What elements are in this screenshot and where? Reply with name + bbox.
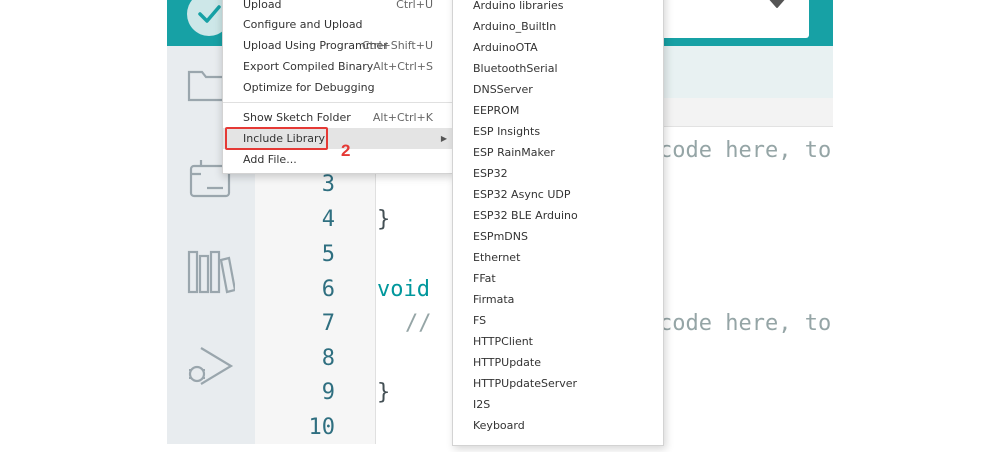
menu-item-configure-and-upload[interactable]: Configure and Upload	[223, 14, 453, 35]
library-item[interactable]: ArduinoOTA	[473, 37, 538, 58]
library-item[interactable]: ESP32	[473, 163, 508, 184]
include-library-submenu: Arduino libraries Arduino_BuiltIn Arduin…	[452, 0, 664, 446]
menu-item-export-compiled-binary[interactable]: Export Compiled Binary Alt+Ctrl+S	[223, 56, 453, 77]
library-item[interactable]: ESPmDNS	[473, 226, 528, 247]
line-number: 4	[321, 207, 335, 232]
code-brace: }	[377, 380, 391, 405]
library-item[interactable]: Arduino_BuiltIn	[473, 16, 556, 37]
library-item[interactable]: HTTPUpdateServer	[473, 373, 577, 394]
board-selector[interactable]	[654, 0, 809, 38]
library-item[interactable]: BluetoothSerial	[473, 58, 558, 79]
annotation-highlight-box	[225, 127, 328, 150]
menu-item-add-file[interactable]: Add File...	[223, 149, 453, 170]
library-item[interactable]: Firmata	[473, 289, 514, 310]
annotation-step-number: 2	[341, 141, 351, 160]
code-brace: }	[377, 207, 391, 232]
folder-icon[interactable]	[187, 64, 227, 104]
submenu-arrow-icon: ▶	[440, 134, 447, 143]
menu-item-upload[interactable]: Upload Ctrl+U	[223, 0, 453, 15]
line-number: 9	[321, 380, 335, 405]
menu-item-show-sketch-folder[interactable]: Show Sketch Folder Alt+Ctrl+K	[223, 107, 453, 128]
library-icon[interactable]	[187, 246, 235, 296]
library-item[interactable]: ESP32 BLE Arduino	[473, 205, 578, 226]
line-number: 7	[321, 311, 335, 336]
menu-item-upload-using-programmer[interactable]: Upload Using Programmer Ctrl+Shift+U	[223, 35, 453, 56]
library-item[interactable]: FFat	[473, 268, 496, 289]
menu-separator	[223, 102, 453, 103]
library-item[interactable]: HTTPUpdate	[473, 352, 541, 373]
library-item[interactable]: ESP32 Async UDP	[473, 184, 571, 205]
library-item[interactable]: FS	[473, 310, 486, 331]
code-comment: code here, to	[659, 311, 832, 336]
library-item[interactable]: Arduino libraries	[473, 0, 564, 16]
library-item[interactable]: DNSServer	[473, 79, 533, 100]
menu-item-optimize-for-debugging[interactable]: Optimize for Debugging	[223, 77, 453, 98]
line-number: 8	[321, 346, 335, 371]
library-item[interactable]: Ethernet	[473, 247, 520, 268]
board-chevron-icon	[769, 0, 785, 8]
library-item[interactable]: Keyboard	[473, 415, 525, 436]
line-number: 3	[321, 172, 335, 197]
code-comment: //	[405, 311, 432, 336]
verify-check-icon	[198, 5, 221, 23]
library-item[interactable]: ESP RainMaker	[473, 142, 555, 163]
library-item[interactable]: HTTPClient	[473, 331, 533, 352]
line-number: 6	[321, 277, 335, 302]
library-item[interactable]: EEPROM	[473, 100, 519, 121]
code-comment: code here, to	[659, 138, 832, 163]
library-item[interactable]: I2S	[473, 394, 490, 415]
line-number: 5	[321, 242, 335, 267]
debug-icon[interactable]	[187, 342, 235, 390]
line-number: 10	[308, 415, 336, 440]
library-item[interactable]: ESP Insights	[473, 121, 540, 142]
code-keyword: void	[377, 277, 430, 302]
